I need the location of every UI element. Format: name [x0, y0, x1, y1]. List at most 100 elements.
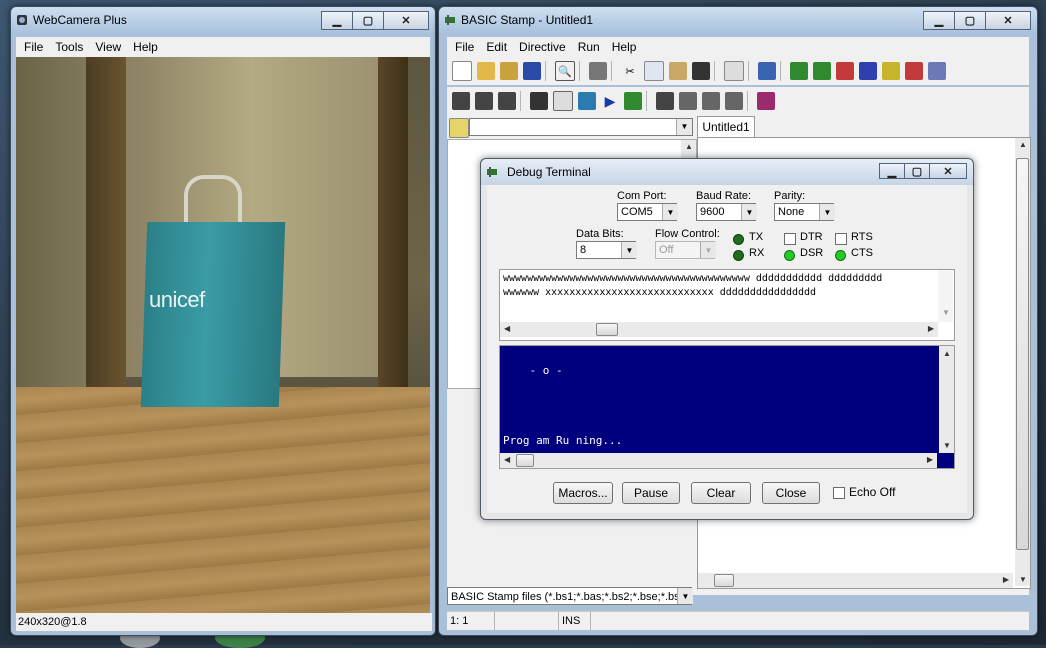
com-port-label: Com Port: [617, 190, 667, 202]
bs2-module-icon[interactable] [813, 62, 831, 80]
save-icon[interactable] [523, 62, 541, 80]
cursor-position: 1: 1 [447, 612, 495, 630]
chevron-down-icon[interactable]: ▼ [621, 242, 637, 258]
chevron-down-icon[interactable]: ▼ [662, 204, 678, 220]
hscroll-thumb[interactable] [516, 454, 534, 467]
webcam-titlebar[interactable]: WebCamera Plus ▁ ▢ ✕ [11, 7, 435, 35]
clear-button[interactable]: Clear [691, 482, 751, 504]
close-button[interactable]: ✕ [383, 11, 429, 30]
scroll-down-icon: ▼ [943, 441, 951, 450]
minimize-button[interactable]: ▁ [923, 11, 955, 30]
check-icon[interactable] [553, 91, 573, 111]
bs1-module-icon[interactable] [790, 62, 808, 80]
macros-button[interactable]: Macros... [553, 482, 613, 504]
debug-titlebar[interactable]: Debug Terminal ▁ ▢ ✕ [481, 159, 973, 185]
terminal-hscrollbar[interactable]: ◀ ▶ [500, 453, 937, 468]
minimize-icon: ▁ [332, 15, 342, 27]
rx-led [733, 250, 744, 261]
scroll-down-icon: ▼ [1019, 575, 1027, 584]
maximize-button[interactable]: ▢ [954, 11, 986, 30]
menu-file[interactable]: File [24, 40, 43, 54]
chevron-down-icon[interactable]: ▼ [741, 204, 757, 220]
shopping-bag [140, 222, 286, 407]
directory-combo[interactable]: ▼ [469, 118, 693, 136]
window-title: WebCamera Plus [33, 13, 127, 27]
dtr-checkbox[interactable] [784, 233, 796, 245]
debug-terminal-icon[interactable] [624, 92, 642, 110]
identify-icon[interactable] [452, 92, 470, 110]
cut-icon[interactable]: ✂ [621, 62, 639, 80]
chevron-down-icon[interactable]: ▼ [677, 588, 693, 604]
maximize-button[interactable]: ▢ [352, 11, 384, 30]
folder-tree-icon[interactable] [449, 118, 469, 138]
chevron-down-icon[interactable]: ▼ [819, 204, 835, 220]
maximize-button[interactable]: ▢ [904, 163, 930, 179]
tool-a-icon[interactable] [656, 92, 674, 110]
hscroll-thumb[interactable] [596, 323, 618, 336]
close-button[interactable]: ✕ [985, 11, 1031, 30]
run-icon[interactable]: ▶ [601, 92, 619, 110]
rts-checkbox[interactable] [835, 233, 847, 245]
tokenize-icon[interactable] [498, 92, 516, 110]
terminal-vscrollbar[interactable]: ▲ ▼ [939, 346, 954, 453]
dsr-label: DSR [800, 247, 824, 259]
copy-icon[interactable] [644, 61, 664, 81]
find-icon[interactable] [692, 62, 710, 80]
menu-edit[interactable]: Edit [486, 40, 507, 54]
maximize-icon: ▢ [964, 15, 976, 27]
scroll-thumb[interactable] [1016, 158, 1029, 550]
close-icon: ✕ [401, 15, 411, 27]
new-file-icon[interactable] [452, 61, 472, 81]
bs2p-module-icon[interactable] [882, 62, 900, 80]
help-book-icon[interactable] [757, 92, 775, 110]
tool-b-icon[interactable] [679, 92, 697, 110]
menu-run[interactable]: Run [578, 40, 600, 54]
close-button[interactable]: ✕ [929, 163, 967, 179]
print-icon[interactable] [589, 62, 607, 80]
terminal-output[interactable]: - o - Prog am Ru ning... ▲ ▼ ◀ ▶ [499, 345, 955, 469]
transmit-hscrollbar[interactable]: ◀ ▶ [500, 322, 938, 337]
bs2pe-module-icon[interactable] [905, 62, 923, 80]
close-button[interactable]: Close [762, 482, 820, 504]
memory-map-icon[interactable] [530, 92, 548, 110]
minimize-button[interactable]: ▁ [321, 11, 353, 30]
open-recent-icon[interactable] [500, 62, 518, 80]
print-preview-icon[interactable]: 🔍 [555, 61, 575, 81]
pause-button[interactable]: Pause [622, 482, 680, 504]
dtr-label: DTR [800, 231, 823, 243]
editor-vscrollbar[interactable]: ▲ ▼ [1015, 138, 1030, 586]
window-title: BASIC Stamp - Untitled1 [461, 13, 594, 27]
door-frame-left [86, 57, 126, 387]
menu-view[interactable]: View [95, 40, 121, 54]
door-frame-right [378, 57, 408, 387]
editor-hscrollbar[interactable]: ▶ [698, 573, 1013, 588]
menu-help[interactable]: Help [133, 40, 158, 54]
format-icon[interactable] [724, 61, 744, 81]
echo-off-checkbox[interactable] [833, 487, 845, 499]
bs2px-module-icon[interactable] [928, 62, 946, 80]
scroll-right-icon: ▶ [927, 324, 934, 333]
menu-directive[interactable]: Directive [519, 40, 566, 54]
stamp-titlebar[interactable]: BASIC Stamp - Untitled1 ▁ ▢ ✕ [439, 7, 1037, 35]
bs2e-module-icon[interactable] [836, 62, 854, 80]
scroll-left-icon: ◀ [504, 455, 511, 464]
minimize-button[interactable]: ▁ [879, 163, 905, 179]
insert-mode: INS [559, 612, 591, 630]
paste-icon[interactable] [669, 62, 687, 80]
tool-d-icon[interactable] [725, 92, 743, 110]
transmit-pane[interactable]: wwwwwwwwwwwwwwwwwwwwwwwwwwwwwwwwwwwwwwww… [499, 269, 955, 341]
syntax-check-icon[interactable] [475, 92, 493, 110]
menu-tools[interactable]: Tools [55, 40, 83, 54]
chevron-down-icon: ▼ [676, 119, 692, 135]
open-folder-icon[interactable] [477, 62, 495, 80]
menu-file[interactable]: File [455, 40, 474, 54]
tool-c-icon[interactable] [702, 92, 720, 110]
bs2sx-module-icon[interactable] [859, 62, 877, 80]
debug-icon[interactable] [578, 92, 596, 110]
preferences-icon[interactable] [758, 62, 776, 80]
tab-untitled1[interactable]: Untitled1 [697, 116, 755, 138]
menu-help[interactable]: Help [612, 40, 637, 54]
transmit-vscrollbar[interactable]: ▼ [938, 270, 953, 322]
hscroll-thumb[interactable] [714, 574, 734, 587]
file-type-filter[interactable]: BASIC Stamp files (*.bs1;*.bas;*.bs2;*.b… [447, 587, 692, 605]
